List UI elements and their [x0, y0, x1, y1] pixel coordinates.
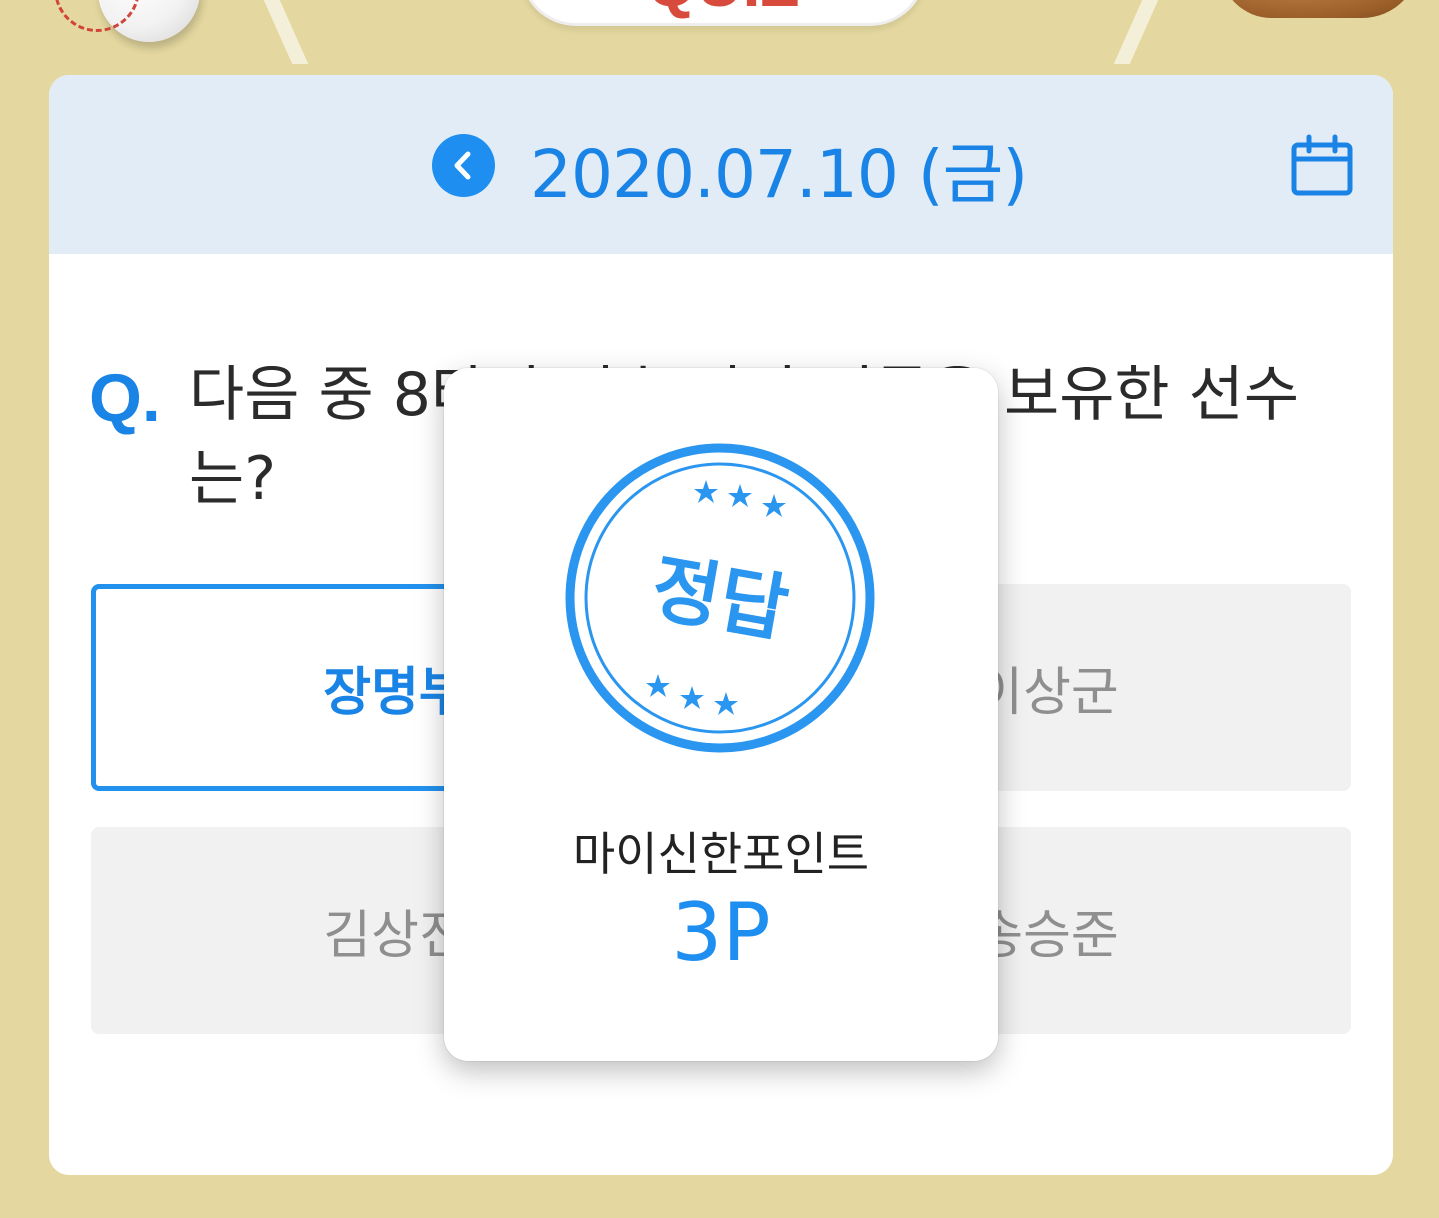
baseball-glove-icon: [1220, 0, 1420, 18]
previous-date-button[interactable]: [432, 134, 495, 197]
question-mark-label: Q.: [89, 360, 161, 436]
reward-points: 3P: [671, 886, 771, 979]
result-modal: 정답 마이신한포인트 3P: [444, 368, 998, 1061]
field-line-left: [263, 0, 309, 64]
stamp-icon: 정답: [565, 443, 875, 753]
stamp-text: 정답: [645, 545, 794, 653]
quiz-banner: QUIZ: [520, 0, 926, 26]
calendar-button[interactable]: [1289, 133, 1355, 199]
reward-label: 마이신한포인트: [572, 827, 870, 881]
baseball-icon: [54, 0, 200, 42]
date-navigation-bar: 2020.07.10 (금): [49, 75, 1393, 254]
field-line-right: [1113, 0, 1159, 64]
calendar-icon: [1291, 134, 1353, 196]
quiz-banner-title: QUIZ: [523, 0, 923, 21]
current-date: 2020.07.10 (금): [530, 136, 1028, 213]
chevron-left-icon: [454, 151, 471, 180]
